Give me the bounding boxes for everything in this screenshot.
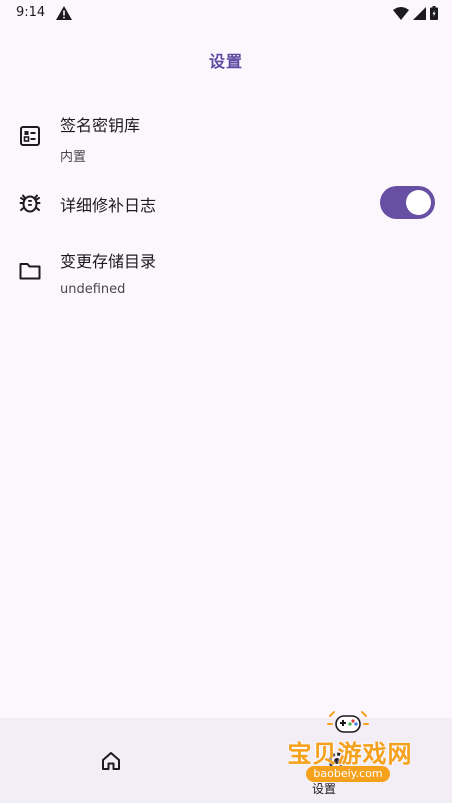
signal-icon xyxy=(413,5,426,24)
battery-icon xyxy=(430,5,438,24)
bug-icon xyxy=(18,191,42,215)
top-app-bar: 设置 xyxy=(0,40,452,80)
settings-item-storage-dir[interactable]: 变更存储目录 undefined xyxy=(0,248,452,304)
settings-item-title: 变更存储目录 xyxy=(60,252,157,271)
page-title: 设置 xyxy=(208,52,243,71)
status-time: 9:14 xyxy=(16,5,46,20)
settings-item-subtitle: undefined xyxy=(60,282,126,297)
wifi-icon xyxy=(393,5,409,24)
nav-item-home[interactable] xyxy=(0,718,226,803)
watermark: 宝贝游戏网 baobeiy.com xyxy=(280,710,430,800)
settings-item-title: 详细修补日志 xyxy=(60,196,157,215)
watermark-text: 宝贝游戏网 xyxy=(287,740,413,768)
watermark-url: baobeiy.com xyxy=(306,766,390,782)
settings-item-title: 签名密钥库 xyxy=(60,116,141,135)
warning-icon xyxy=(56,5,72,20)
signing-key-icon xyxy=(18,124,42,148)
settings-item-subtitle: 内置 xyxy=(60,150,87,165)
toggle-knob xyxy=(406,190,431,215)
home-icon xyxy=(100,750,122,772)
folder-icon xyxy=(18,259,42,283)
settings-item-keystore[interactable]: 签名密钥库 内置 xyxy=(0,112,452,168)
verbose-log-toggle[interactable] xyxy=(380,186,435,219)
status-icons xyxy=(393,5,438,24)
gamepad-logo-icon xyxy=(326,710,370,736)
status-bar: 9:14 xyxy=(0,0,452,28)
